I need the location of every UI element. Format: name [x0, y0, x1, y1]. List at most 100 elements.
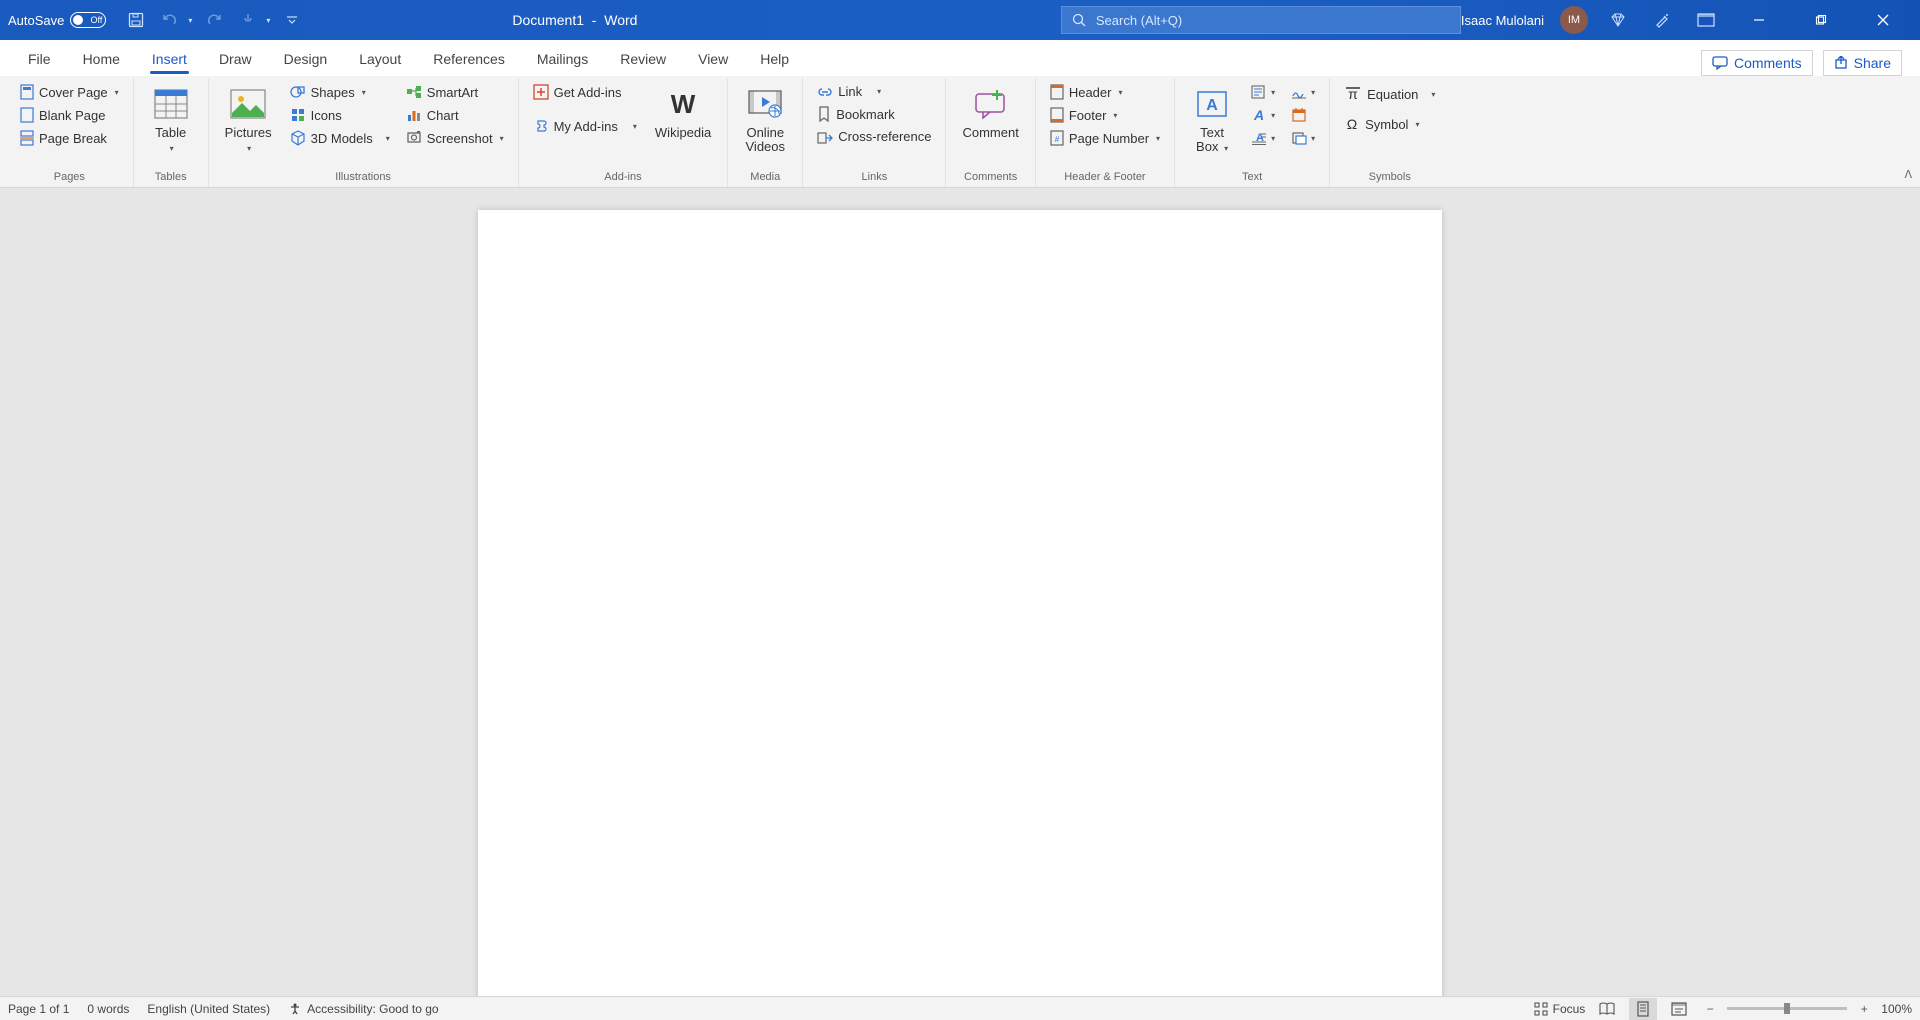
- comment-button[interactable]: Comment: [956, 82, 1024, 140]
- screenshot-button[interactable]: Screenshot▾: [402, 128, 508, 148]
- collapse-ribbon-icon[interactable]: ᐱ: [1904, 168, 1912, 181]
- wikipedia-button[interactable]: W Wikipedia: [649, 82, 717, 140]
- header-button[interactable]: Header▾: [1046, 82, 1164, 102]
- comments-button[interactable]: Comments: [1701, 50, 1813, 76]
- status-page[interactable]: Page 1 of 1: [8, 1002, 69, 1016]
- smartart-button[interactable]: SmartArt: [402, 82, 508, 102]
- tab-mailings[interactable]: Mailings: [521, 43, 604, 76]
- status-bar: Page 1 of 1 0 words English (United Stat…: [0, 996, 1920, 1020]
- undo-icon[interactable]: [158, 8, 182, 32]
- share-icon: [1834, 56, 1848, 70]
- maximize-button[interactable]: [1798, 0, 1844, 40]
- icons-button[interactable]: Icons: [286, 105, 394, 125]
- object-button[interactable]: ▾: [1287, 128, 1319, 148]
- date-time-button[interactable]: [1287, 105, 1319, 125]
- document-area[interactable]: [0, 188, 1920, 996]
- tab-view[interactable]: View: [682, 43, 744, 76]
- focus-icon: [1534, 1002, 1548, 1016]
- zoom-in-button[interactable]: +: [1855, 998, 1873, 1020]
- bookmark-button[interactable]: Bookmark: [813, 104, 935, 124]
- touch-mode-icon[interactable]: [236, 8, 260, 32]
- zoom-slider[interactable]: [1727, 1007, 1847, 1010]
- my-addins-button[interactable]: My Add-ins▾: [529, 116, 641, 136]
- user-name[interactable]: Isaac Mulolani: [1461, 13, 1544, 28]
- ribbon-body: Cover Page▾ Blank Page Page Break Pages …: [0, 76, 1920, 188]
- comment-icon: [1712, 56, 1728, 70]
- wordart-button[interactable]: A▾: [1247, 105, 1279, 125]
- online-videos-button[interactable]: Online Videos: [738, 82, 792, 154]
- group-media-label: Media: [750, 168, 780, 187]
- zoom-level[interactable]: 100%: [1881, 1002, 1912, 1016]
- search-placeholder: Search (Alt+Q): [1096, 13, 1182, 28]
- group-pages: Cover Page▾ Blank Page Page Break Pages: [6, 78, 134, 187]
- avatar[interactable]: IM: [1560, 6, 1588, 34]
- print-layout-button[interactable]: [1629, 998, 1657, 1020]
- page-canvas[interactable]: [478, 210, 1442, 996]
- tab-insert[interactable]: Insert: [136, 43, 203, 76]
- status-accessibility[interactable]: Accessibility: Good to go: [288, 1002, 438, 1016]
- save-icon[interactable]: [124, 8, 148, 32]
- page-number-button[interactable]: #Page Number▾: [1046, 128, 1164, 148]
- tab-design[interactable]: Design: [268, 43, 344, 76]
- tab-help[interactable]: Help: [744, 43, 805, 76]
- doc-name: Document1: [512, 12, 584, 28]
- redo-icon[interactable]: [202, 8, 226, 32]
- pictures-icon: [228, 86, 268, 122]
- signature-line-button[interactable]: ▾: [1287, 82, 1319, 102]
- symbol-button[interactable]: ΩSymbol▾: [1340, 114, 1439, 134]
- group-illustrations: Pictures▾ Shapes▾ Icons 3D Models▾ Smart…: [209, 78, 519, 187]
- qat-customize-icon[interactable]: [280, 8, 304, 32]
- quick-access-toolbar: ▾ ▾: [124, 8, 304, 32]
- autosave-control[interactable]: AutoSave Off: [8, 12, 106, 28]
- svg-text:Ω: Ω: [1347, 116, 1357, 132]
- 3d-models-button[interactable]: 3D Models▾: [286, 128, 394, 148]
- share-button[interactable]: Share: [1823, 50, 1902, 76]
- text-box-button[interactable]: A Text Box ▾: [1185, 82, 1239, 156]
- autosave-toggle[interactable]: Off: [70, 12, 106, 28]
- tab-draw[interactable]: Draw: [203, 43, 268, 76]
- ribbon-mode-icon[interactable]: [1692, 6, 1720, 34]
- blank-page-button[interactable]: Blank Page: [16, 105, 123, 125]
- page-break-button[interactable]: Page Break: [16, 128, 123, 148]
- pictures-button[interactable]: Pictures▾: [219, 82, 278, 156]
- get-addins-button[interactable]: Get Add-ins: [529, 82, 641, 102]
- close-button[interactable]: [1860, 0, 1906, 40]
- read-mode-button[interactable]: [1593, 998, 1621, 1020]
- undo-caret-icon[interactable]: ▾: [188, 16, 192, 25]
- chart-button[interactable]: Chart: [402, 105, 508, 125]
- quick-parts-button[interactable]: ▾: [1247, 82, 1279, 102]
- tab-file[interactable]: File: [12, 43, 67, 76]
- search-input[interactable]: Search (Alt+Q): [1061, 6, 1461, 34]
- link-button[interactable]: Link▾: [813, 82, 935, 101]
- group-text: A Text Box ▾ ▾ A▾ A▾ ▾ ▾ Text: [1175, 78, 1330, 187]
- group-symbols-label: Symbols: [1369, 168, 1411, 187]
- status-language[interactable]: English (United States): [147, 1002, 270, 1016]
- table-button[interactable]: Table▾: [144, 82, 198, 156]
- comments-label: Comments: [1734, 55, 1802, 71]
- svg-text:A: A: [1206, 97, 1218, 114]
- cross-reference-button[interactable]: Cross-reference: [813, 127, 935, 146]
- touch-caret-icon[interactable]: ▾: [266, 16, 270, 25]
- svg-text:#: #: [1055, 135, 1060, 144]
- group-illustrations-label: Illustrations: [335, 168, 391, 187]
- minimize-button[interactable]: [1736, 0, 1782, 40]
- drop-cap-button[interactable]: A▾: [1247, 128, 1279, 148]
- shapes-button[interactable]: Shapes▾: [286, 82, 394, 102]
- zoom-out-button[interactable]: −: [1701, 998, 1719, 1020]
- document-title: Document1 - Word: [312, 12, 1020, 28]
- autosave-state: Off: [91, 15, 103, 25]
- tab-review[interactable]: Review: [604, 43, 682, 76]
- video-icon: [745, 86, 785, 122]
- equation-button[interactable]: πEquation▾: [1340, 84, 1439, 104]
- tab-layout[interactable]: Layout: [343, 43, 417, 76]
- status-words[interactable]: 0 words: [87, 1002, 129, 1016]
- pen-icon[interactable]: [1648, 6, 1676, 34]
- diamond-icon[interactable]: [1604, 6, 1632, 34]
- tab-references[interactable]: References: [417, 43, 521, 76]
- footer-button[interactable]: Footer▾: [1046, 105, 1164, 125]
- group-media: Online Videos Media: [728, 78, 803, 187]
- web-layout-button[interactable]: [1665, 998, 1693, 1020]
- focus-button[interactable]: Focus: [1534, 1002, 1586, 1016]
- tab-home[interactable]: Home: [67, 43, 136, 76]
- cover-page-button[interactable]: Cover Page▾: [16, 82, 123, 102]
